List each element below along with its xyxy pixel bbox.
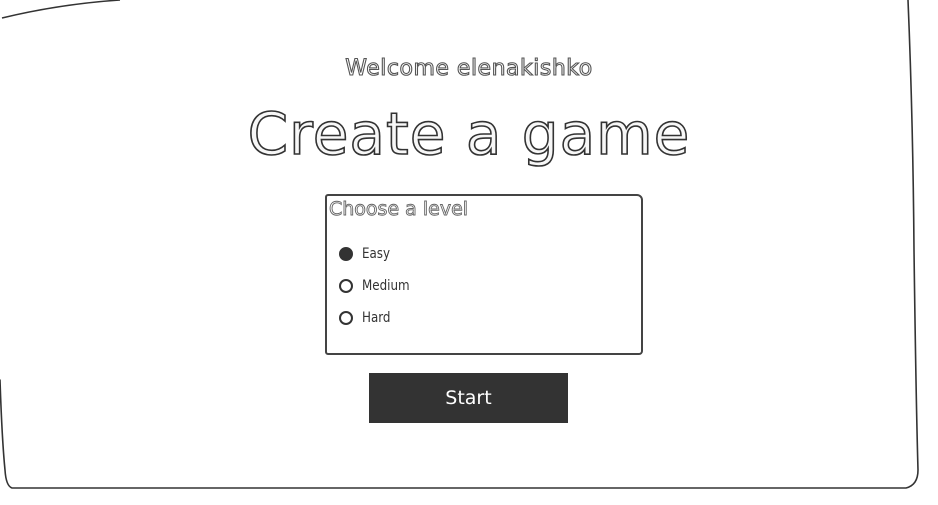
radio-easy[interactable] (339, 247, 353, 261)
level-option-label: Medium (362, 278, 410, 294)
level-option-hard[interactable]: Hard (339, 310, 396, 326)
level-option-easy[interactable]: Easy (339, 246, 395, 262)
radio-medium[interactable] (339, 279, 353, 293)
level-option-label: Easy (362, 246, 391, 262)
welcome-text: Welcome elenakishko (345, 55, 593, 81)
welcome-message: Welcome elenakishko (0, 55, 938, 81)
level-option-label: Hard (362, 310, 391, 326)
level-option-medium[interactable]: Medium (339, 278, 418, 294)
page-title: Create a game (247, 99, 691, 169)
game-screen: Welcome elenakishko Create a game Choose… (0, 0, 938, 505)
radio-hard[interactable] (339, 311, 353, 325)
level-legend: Choose a level (329, 198, 469, 221)
start-button[interactable]: Start (369, 373, 568, 423)
level-fieldset: Choose a level Easy Medium Hard (325, 194, 643, 355)
